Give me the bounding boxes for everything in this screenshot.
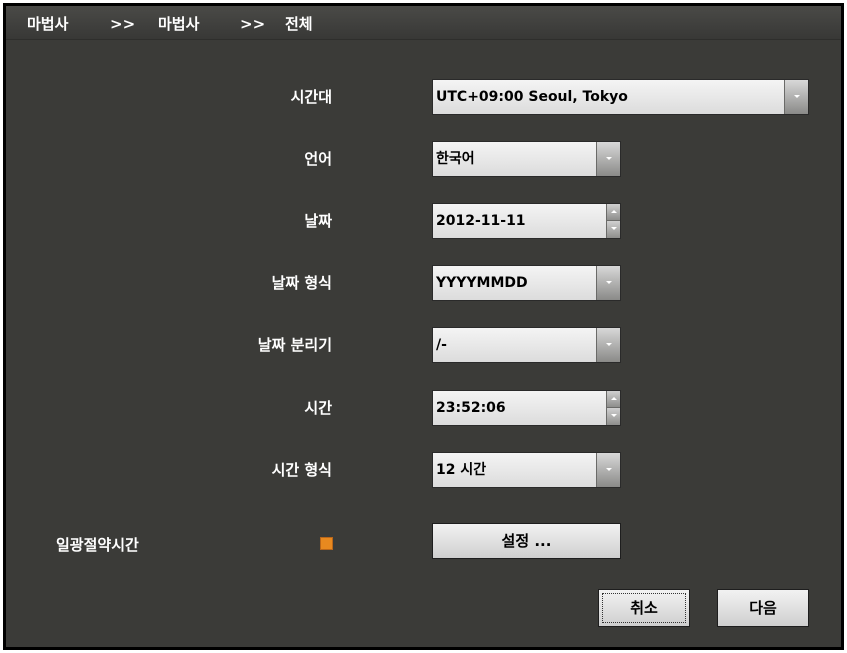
spin-up-icon[interactable] <box>606 204 620 221</box>
date-format-label: 날짜 형식 <box>271 274 332 292</box>
cancel-button[interactable]: 취소 <box>598 589 690 627</box>
cancel-label: 취소 <box>630 599 658 617</box>
timezone-value: UTC+09:00 Seoul, Tokyo <box>436 89 628 105</box>
time-format-label: 시간 형식 <box>271 461 332 479</box>
breadcrumb-item-wizard: 마법사 <box>27 15 69 33</box>
spinner-arrows-icon <box>606 204 620 238</box>
chevron-down-icon[interactable] <box>596 328 620 362</box>
time-format-value: 12 시간 <box>436 462 487 478</box>
dst-checkbox[interactable] <box>320 537 333 550</box>
time-label: 시간 <box>304 399 332 417</box>
spinner-arrows-icon <box>606 391 620 425</box>
date-value: 2012-11-11 <box>436 213 526 229</box>
date-format-value: YYYYMMDD <box>436 275 528 291</box>
date-separator-label: 날짜 분리기 <box>257 336 332 354</box>
next-button[interactable]: 다음 <box>717 589 809 627</box>
chevron-down-icon[interactable] <box>596 266 620 300</box>
date-separator-value: /- <box>436 337 447 353</box>
time-format-select[interactable]: 12 시간 <box>432 452 621 488</box>
timezone-select[interactable]: UTC+09:00 Seoul, Tokyo <box>432 79 809 115</box>
timezone-label: 시간대 <box>290 88 332 106</box>
dst-settings-button[interactable]: 설정 ... <box>432 523 621 559</box>
date-format-select[interactable]: YYYYMMDD <box>432 265 621 301</box>
dst-settings-label: 설정 ... <box>501 532 552 550</box>
date-separator-select[interactable]: /- <box>432 327 621 363</box>
breadcrumb: 마법사 >> 마법사 >> 전체 <box>6 6 841 40</box>
spin-down-icon[interactable] <box>606 408 620 425</box>
language-label: 언어 <box>304 150 332 168</box>
breadcrumb-item-all: 전체 <box>285 15 313 33</box>
chevron-down-icon[interactable] <box>596 142 620 176</box>
time-spinner[interactable]: 23:52:06 <box>432 390 621 426</box>
chevron-down-icon[interactable] <box>784 80 808 114</box>
language-select[interactable]: 한국어 <box>432 141 621 177</box>
spin-down-icon[interactable] <box>606 221 620 238</box>
chevron-down-icon[interactable] <box>596 453 620 487</box>
breadcrumb-separator: >> <box>240 15 266 33</box>
date-spinner[interactable]: 2012-11-11 <box>432 203 621 239</box>
spin-up-icon[interactable] <box>606 391 620 408</box>
time-value: 23:52:06 <box>436 400 506 416</box>
wizard-window: 마법사 >> 마법사 >> 전체 시간대 UTC+09:00 Seoul, To… <box>3 3 844 650</box>
next-label: 다음 <box>749 599 777 617</box>
dst-label: 일광절약시간 <box>56 536 139 554</box>
date-label: 날짜 <box>304 212 332 230</box>
breadcrumb-item-wizard: 마법사 <box>158 15 200 33</box>
language-value: 한국어 <box>436 151 475 167</box>
breadcrumb-separator: >> <box>110 15 136 33</box>
